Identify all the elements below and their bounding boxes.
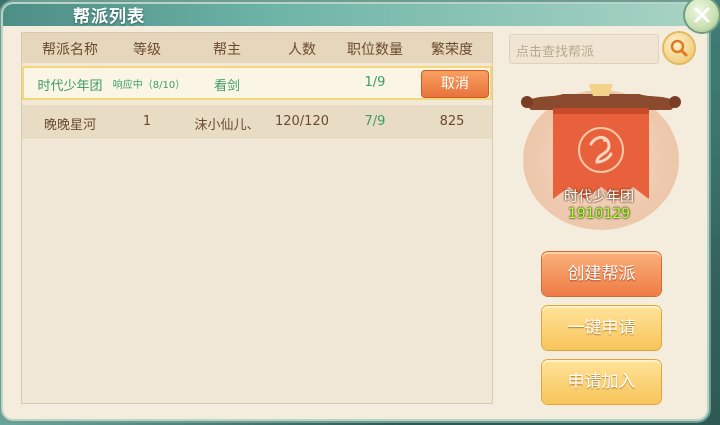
col-members: 人数 <box>288 42 316 58</box>
guild-prosperity: 825 <box>439 114 465 129</box>
col-level: 等级 <box>133 42 161 58</box>
guild-positions: 7/9 <box>364 114 386 129</box>
one-click-apply-button[interactable]: 一键申请 <box>542 306 661 350</box>
apply-join-button[interactable]: 申请加入 <box>542 360 661 404</box>
selected-guild-id: 1910129 <box>567 206 631 222</box>
guild-leader: 看剑 <box>213 79 240 94</box>
title-bar: 帮派列表 <box>3 4 707 27</box>
guild-level: 1 <box>142 114 152 129</box>
guild-list-panel: 帮派列表 帮派名称 等级 帮主 人数 职位数量 繁荣度 时代少年团 响应中（8/… <box>3 4 707 419</box>
col-leader: 帮主 <box>213 42 241 58</box>
close-icon <box>694 7 710 23</box>
guild-name: 时代少年团 <box>37 79 103 94</box>
guild-name: 晚晚星河 <box>43 118 96 133</box>
search-icon <box>670 39 688 57</box>
guild-table: 帮派名称 等级 帮主 人数 职位数量 繁荣度 时代少年团 响应中（8/10） 看… <box>21 32 493 404</box>
col-prosperity: 繁荣度 <box>431 42 473 58</box>
window-title: 帮派列表 <box>73 7 145 27</box>
table-header: 帮派名称 等级 帮主 人数 职位数量 繁荣度 <box>22 33 492 63</box>
table-row[interactable]: 晚晚星河 1 沫小仙儿、 120/120 7/9 825 <box>22 105 492 139</box>
search-input[interactable]: 点击查找帮派 <box>509 34 659 64</box>
guild-leader: 沫小仙儿、 <box>194 118 260 133</box>
col-guild-name: 帮派名称 <box>42 42 98 58</box>
col-positions: 职位数量 <box>347 42 403 58</box>
create-guild-button[interactable]: 创建帮派 <box>542 252 661 296</box>
table-row[interactable]: 时代少年团 响应中（8/10） 看剑 1/9 取消 <box>22 66 492 100</box>
guild-members: 120/120 <box>274 114 329 129</box>
guild-positions: 1/9 <box>364 75 386 90</box>
search-placeholder: 点击查找帮派 <box>516 45 595 60</box>
cancel-button[interactable]: 取消 <box>421 70 489 98</box>
guild-level-status: 响应中（8/10） <box>112 80 186 91</box>
search-button[interactable] <box>664 33 694 63</box>
selected-guild-name: 时代少年团 <box>564 189 634 205</box>
